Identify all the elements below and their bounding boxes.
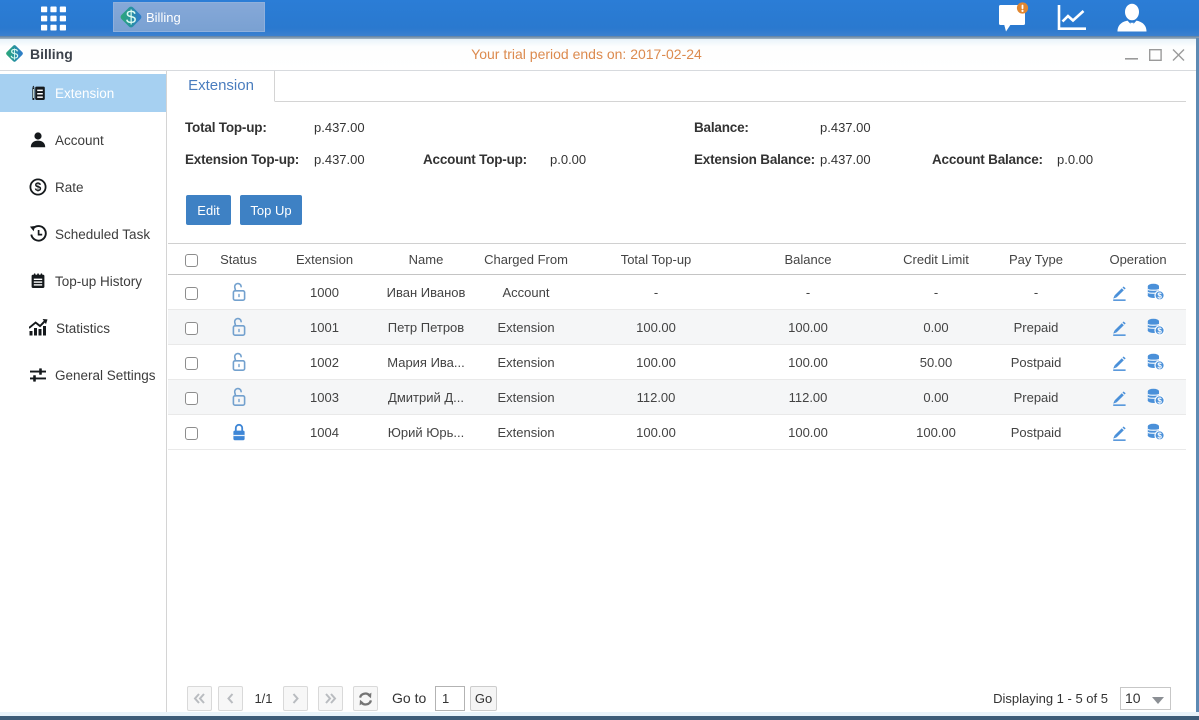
svg-text:$: $ bbox=[1157, 361, 1162, 370]
svg-text:$: $ bbox=[1157, 291, 1162, 300]
svg-text:$: $ bbox=[126, 7, 137, 28]
svg-text:$: $ bbox=[35, 180, 42, 194]
svg-text:$: $ bbox=[1157, 431, 1162, 440]
svg-text:$: $ bbox=[1157, 326, 1162, 335]
svg-text:$: $ bbox=[1157, 396, 1162, 405]
